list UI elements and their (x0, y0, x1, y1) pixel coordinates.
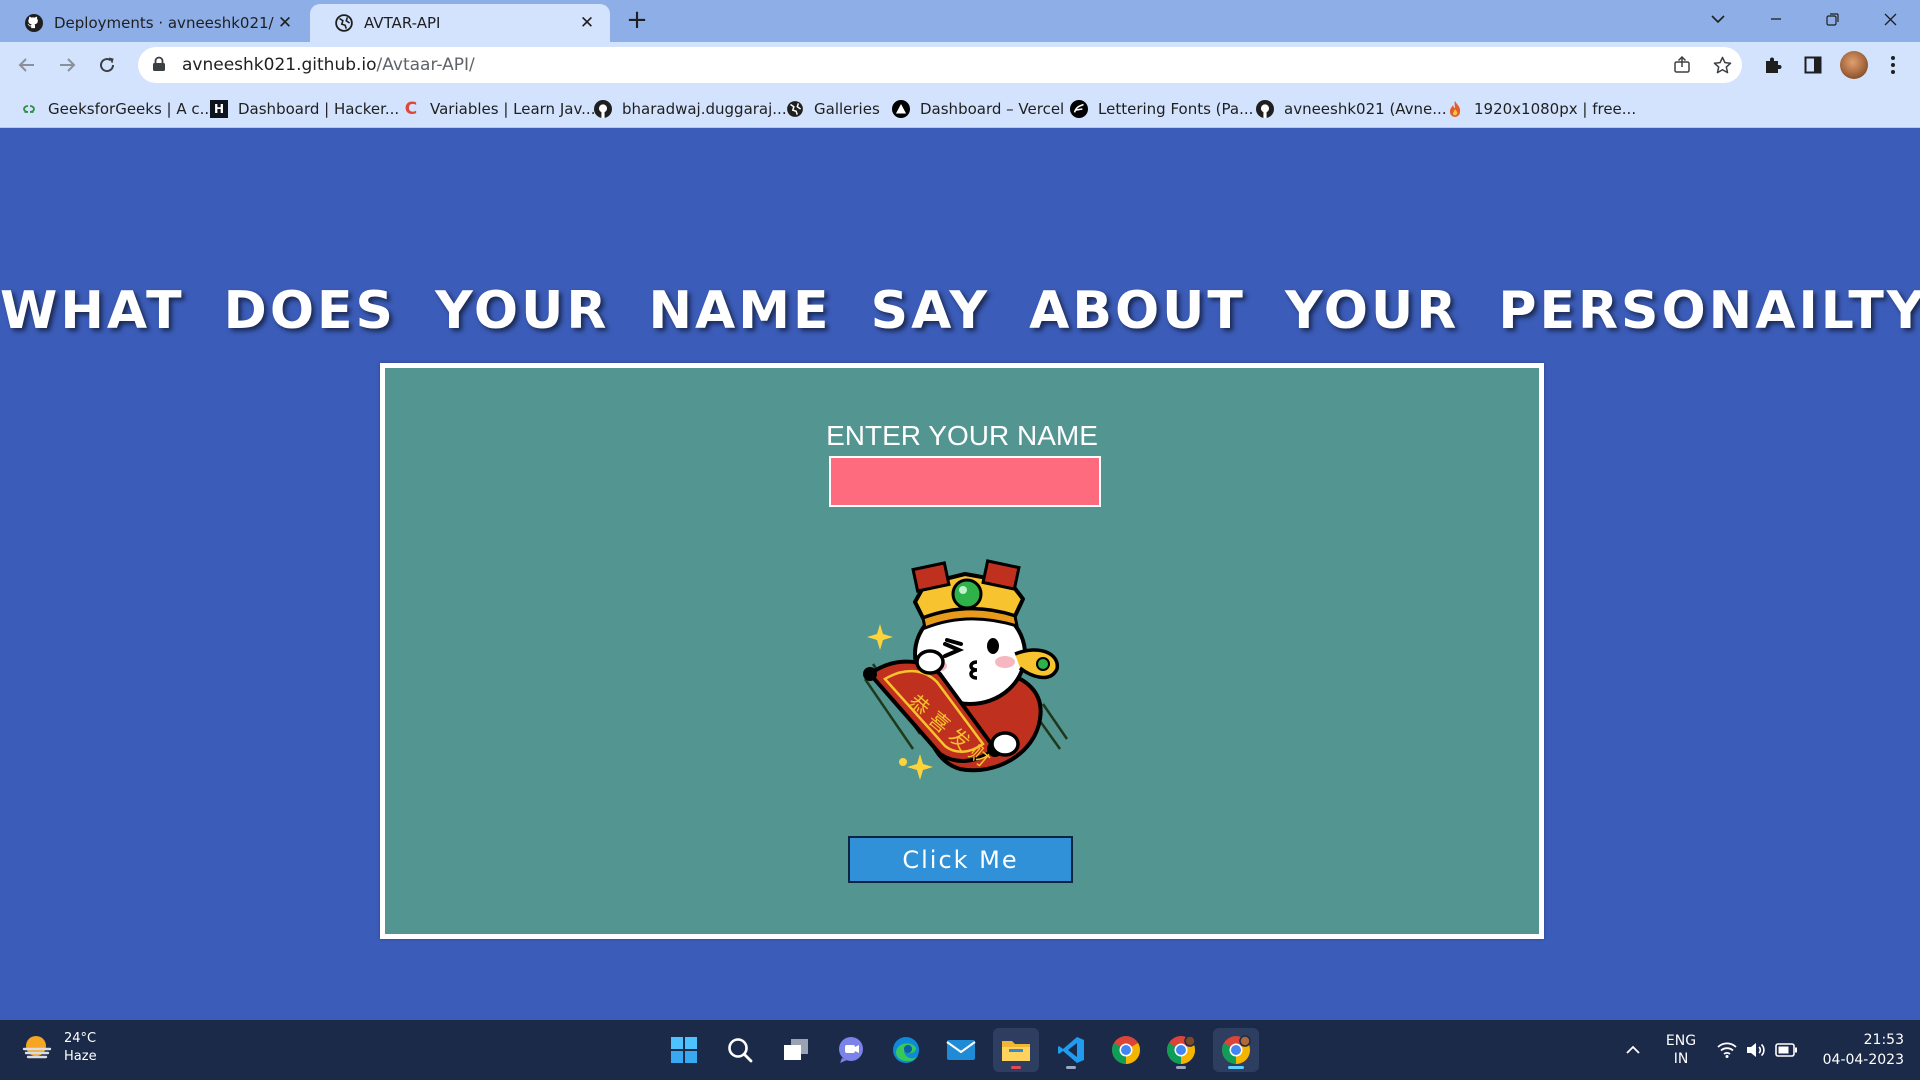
active-indicator (1228, 1066, 1244, 1069)
chrome-icon[interactable] (1103, 1028, 1149, 1072)
name-input[interactable] (829, 456, 1101, 507)
volume-icon[interactable] (1742, 1020, 1770, 1080)
running-indicator (1066, 1066, 1076, 1069)
vscode-icon[interactable] (1048, 1028, 1094, 1072)
bookmark-label: Galleries (814, 100, 880, 118)
close-icon[interactable]: ✕ (576, 13, 598, 33)
extensions-puzzle-icon[interactable] (1758, 50, 1788, 80)
windows-start-icon[interactable] (661, 1028, 707, 1072)
tab-strip: Deployments · avneeshk021/Avtaar-API ✕ A… (0, 0, 1920, 42)
bookmark-item[interactable]: avneeshk021 (Avne... (1256, 98, 1447, 120)
bookmark-item[interactable]: H Dashboard | Hacker... (210, 98, 399, 120)
bookmark-item[interactable]: Lettering Fonts (Pa... (1070, 98, 1253, 120)
lock-icon[interactable] (152, 56, 170, 74)
bookmark-item[interactable]: C Variables | Learn Jav... (402, 98, 596, 120)
mail-icon[interactable] (938, 1028, 984, 1072)
tab-avtar-api[interactable]: AVTAR-API ✕ (310, 4, 610, 42)
click-me-button[interactable]: Click Me (848, 836, 1073, 883)
bookmark-label: avneeshk021 (Avne... (1284, 100, 1447, 118)
weather-temp: 24°C (64, 1031, 97, 1046)
bookmark-label: GeeksforGeeks | A c... (48, 100, 214, 118)
forward-arrow-icon[interactable] (52, 50, 82, 80)
globe-icon (786, 100, 804, 118)
weather-widget[interactable]: 24°C Haze (22, 1030, 97, 1066)
search-icon[interactable] (717, 1028, 763, 1072)
bookmark-label: 1920x1080px | free... (1474, 100, 1637, 118)
running-indicator (1011, 1066, 1021, 1069)
share-icon[interactable] (1667, 50, 1697, 80)
flame-icon (1446, 100, 1464, 118)
url-host: avneeshk021.github.io (182, 55, 377, 75)
bookmark-label: bharadwaj.duggaraj... (622, 100, 787, 118)
bookmark-item[interactable]: 1920x1080px | free... (1446, 98, 1636, 120)
bookmark-item[interactable]: GeeksforGeeks | A c... (20, 98, 214, 120)
language-code: ENG (1665, 1033, 1697, 1049)
file-explorer-icon[interactable] (993, 1028, 1039, 1072)
input-language-indicator[interactable]: ENG IN (1662, 1020, 1700, 1080)
system-clock[interactable]: 21:53 04-04-2023 (1812, 1030, 1904, 1070)
minimize-icon[interactable] (1752, 0, 1800, 38)
chevron-up-icon[interactable] (1618, 1020, 1648, 1080)
task-view-icon[interactable] (773, 1028, 819, 1072)
back-arrow-icon[interactable] (12, 50, 42, 80)
bookmarks-bar: GeeksforGeeks | A c... H Dashboard | Hac… (0, 88, 1920, 128)
close-window-icon[interactable] (1866, 0, 1914, 38)
new-tab-button[interactable]: + (622, 6, 652, 36)
tab-deployments[interactable]: Deployments · avneeshk021/Avtaar-API ✕ (0, 4, 308, 42)
reload-icon[interactable] (92, 50, 122, 80)
battery-icon[interactable] (1771, 1020, 1801, 1080)
bookmark-star-icon[interactable] (1707, 50, 1737, 80)
bookmark-label: Variables | Learn Jav... (430, 100, 596, 118)
edge-icon[interactable] (883, 1028, 929, 1072)
restore-icon[interactable] (1808, 0, 1856, 38)
browser-toolbar: avneeshk021.github.io/Avtaar-API/ (0, 42, 1920, 88)
page-title: WHAT DOES YOUR NAME SAY ABOUT YOUR PERSO… (0, 281, 1920, 341)
bookmark-label: Dashboard | Hacker... (238, 100, 400, 118)
close-icon[interactable]: ✕ (274, 13, 296, 33)
globe-icon (334, 13, 354, 33)
chrome-profile-icon[interactable] (1158, 1028, 1204, 1072)
vercel-icon (892, 100, 910, 118)
clock-time: 21:53 (1863, 1032, 1904, 1048)
github-icon (1256, 100, 1274, 118)
url-path: /Avtaar-API/ (376, 55, 475, 75)
name-input-label: ENTER YOUR NAME (826, 420, 1098, 451)
tab-search-chevron-icon[interactable] (1694, 0, 1742, 38)
address-bar[interactable]: avneeshk021.github.io/Avtaar-API/ (138, 47, 1742, 83)
name-card: ENTER YOUR NAME 恭 喜 发 财 Click Me (380, 363, 1544, 939)
region-code: IN (1673, 1051, 1689, 1067)
codecademy-icon: C (404, 99, 418, 119)
bookmark-item[interactable]: Dashboard – Vercel (892, 98, 1064, 120)
clock-date: 04-04-2023 (1822, 1052, 1904, 1068)
fonts-icon (1070, 100, 1088, 118)
tab-title: Deployments · avneeshk021/Avtaar-API (54, 14, 274, 32)
profile-avatar[interactable] (1840, 51, 1868, 79)
weather-condition: Haze (64, 1049, 97, 1064)
more-menu-icon[interactable] (1878, 50, 1908, 80)
github-icon (24, 13, 44, 33)
teams-chat-icon[interactable] (828, 1028, 874, 1072)
bookmark-label: Lettering Fonts (Pa... (1098, 100, 1254, 118)
chrome-profile-icon[interactable] (1213, 1028, 1259, 1072)
running-indicator (1176, 1066, 1186, 1069)
page-viewport: WHAT DOES YOUR NAME SAY ABOUT YOUR PERSO… (0, 129, 1920, 1020)
github-icon (594, 100, 612, 118)
side-panel-icon[interactable] (1798, 50, 1828, 80)
bookmark-item[interactable]: Galleries (786, 98, 880, 120)
bookmark-item[interactable]: bharadwaj.duggaraj... (594, 98, 787, 120)
gfg-icon (20, 100, 38, 118)
bookmark-label: Dashboard – Vercel (920, 100, 1065, 118)
avatar-sticker-image: 恭 喜 发 财 (845, 544, 1095, 794)
hackerrank-icon: H (210, 100, 228, 118)
haze-weather-icon (22, 1033, 52, 1063)
tab-title: AVTAR-API (364, 14, 441, 32)
wifi-icon[interactable] (1713, 1020, 1741, 1080)
windows-taskbar: 24°C Haze ENG IN 21:53 04-04-2023 (0, 1020, 1920, 1080)
